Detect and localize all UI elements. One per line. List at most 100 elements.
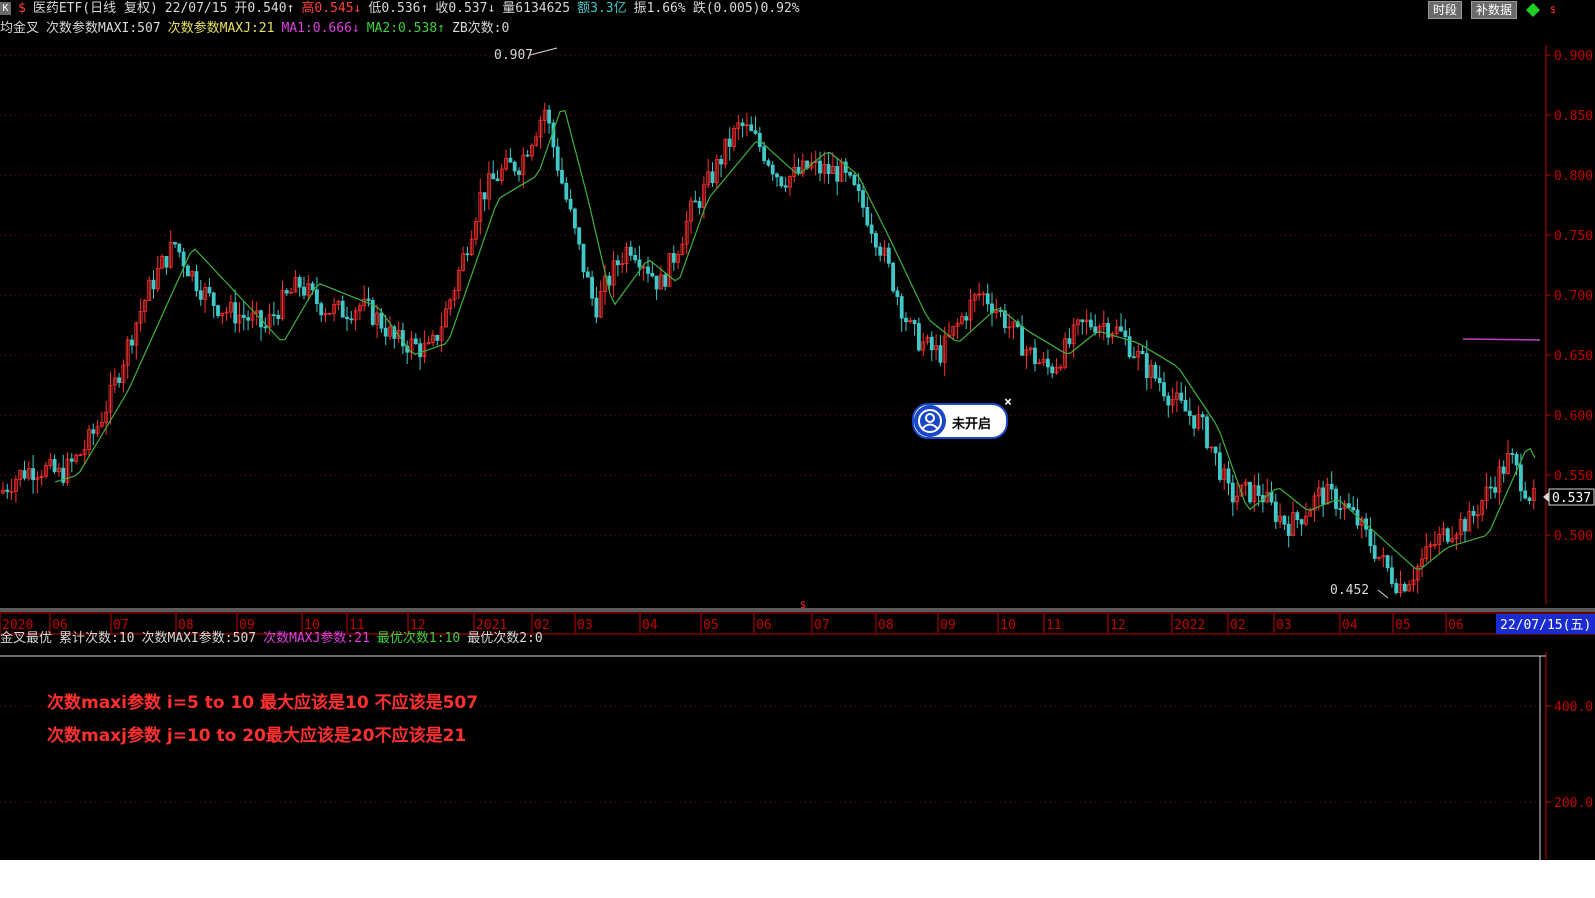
candle-body: [1445, 528, 1450, 542]
high-price: 高0.545↓: [301, 1, 362, 16]
sub-tick-label: 200.0: [1554, 796, 1593, 811]
candle-body: [1067, 338, 1072, 345]
candle-body: [349, 318, 354, 321]
sub-panel-maxi: 次数MAXI参数:507: [141, 631, 257, 646]
candle-body: [366, 298, 371, 301]
candle-body: [1144, 353, 1149, 378]
candle-body: [826, 164, 831, 174]
time-tick-label: 04: [1342, 618, 1358, 633]
candle-body: [1166, 395, 1171, 406]
status-diamond-icon: $: [1526, 3, 1555, 17]
time-tick-label: 11: [1046, 618, 1062, 633]
price-tick-label: 0.650: [1554, 349, 1593, 364]
cursor-date-label: 22/07/15(五): [1500, 618, 1591, 633]
candle-body: [555, 146, 560, 171]
candle-body: [5, 489, 10, 492]
time-tick-label: 09: [940, 618, 956, 633]
candle-body: [1493, 487, 1497, 493]
period-button[interactable]: 时段: [1428, 1, 1463, 19]
candle-body: [904, 317, 908, 323]
candle-body: [345, 316, 349, 320]
candle-body: [284, 290, 289, 294]
candle-body: [1200, 414, 1205, 418]
candle-body: [1192, 415, 1196, 429]
panel-divider: [0, 608, 1595, 612]
candle-body: [616, 260, 620, 266]
candle-body: [233, 302, 238, 324]
candle-body: [727, 138, 732, 147]
candle-body: [581, 243, 586, 273]
user-icon: [914, 405, 946, 437]
candle-body: [1514, 454, 1519, 466]
candle-body: [1093, 326, 1098, 333]
price-tick-label: 0.900: [1554, 49, 1593, 64]
indicator-name: 均金叉: [0, 21, 40, 36]
popup-badge[interactable]: 未开启 ×: [912, 395, 1012, 439]
candle-body: [766, 160, 771, 166]
candle-body: [379, 312, 384, 329]
candle-body: [886, 247, 891, 264]
candle-body: [173, 242, 177, 245]
candle-body: [856, 184, 861, 192]
candle-body: [52, 459, 57, 473]
candle-body: [964, 316, 969, 321]
candle-body: [1162, 382, 1166, 397]
popup-close-icon[interactable]: ×: [1004, 395, 1012, 410]
k-line-button[interactable]: K: [0, 2, 11, 15]
candle-body: [525, 154, 530, 157]
candle-body: [835, 166, 840, 182]
candle-body: [865, 207, 870, 226]
time-tick-label: 08: [878, 618, 894, 633]
candle-body: [843, 161, 848, 173]
candle-body: [1295, 512, 1300, 520]
price-tick-label: 0.500: [1554, 529, 1593, 544]
candle-body: [177, 243, 182, 253]
price-tick-label: 0.750: [1554, 229, 1593, 244]
candle-body: [1501, 466, 1506, 474]
divider-marker: $: [800, 600, 806, 611]
candle-body: [482, 192, 487, 200]
indicator-maxj: 次数参数MAXJ:21: [167, 21, 275, 36]
candle-body: [646, 266, 650, 274]
candle-body: [1020, 326, 1024, 356]
candle-body: [194, 271, 199, 292]
open-price: 开0.540↑: [234, 1, 295, 16]
candle-body: [1080, 319, 1085, 323]
candle-body: [1519, 464, 1523, 492]
candle-body: [1321, 487, 1325, 505]
time-tick-label: 2022: [1174, 618, 1205, 633]
sub-panel-best2: 最优次数2:0: [467, 631, 543, 646]
candle-body: [861, 190, 865, 208]
low-pointer: [1377, 589, 1389, 599]
candle-body: [783, 185, 788, 188]
candle-body: [22, 470, 27, 479]
price-tick-label: 0.800: [1554, 169, 1593, 184]
time-tick-label: 10: [1000, 618, 1016, 633]
candle-body: [560, 169, 564, 184]
candle-body: [633, 254, 637, 261]
current-price-label: 0.537: [1552, 491, 1591, 506]
supplement-data-button[interactable]: 补数据: [1471, 1, 1518, 19]
candle-body: [637, 259, 642, 268]
volume: 量6134625: [502, 1, 571, 16]
sub-panel-maxj: 次数MAXJ参数:21: [263, 631, 370, 646]
candle-body: [1338, 508, 1343, 510]
indicator-maxi: 次数参数MAXI:507: [46, 21, 161, 36]
candle-body: [216, 305, 220, 317]
candle-body: [1471, 510, 1476, 516]
candle-body: [757, 132, 762, 148]
candle-body: [938, 345, 943, 363]
candle-body: [246, 317, 251, 321]
price-tick-label: 0.700: [1554, 289, 1593, 304]
candle-body: [697, 201, 702, 208]
candle-body: [762, 146, 766, 162]
candle-body: [891, 262, 895, 292]
candle-body: [848, 172, 852, 176]
candle-body: [1402, 583, 1407, 592]
high-label: 0.907: [494, 48, 533, 63]
ma1-value: MA1:0.666↓: [281, 21, 360, 36]
candle-body: [418, 343, 423, 358]
candle-body: [585, 271, 590, 278]
candle-body: [151, 279, 156, 290]
candle-body: [628, 246, 633, 256]
